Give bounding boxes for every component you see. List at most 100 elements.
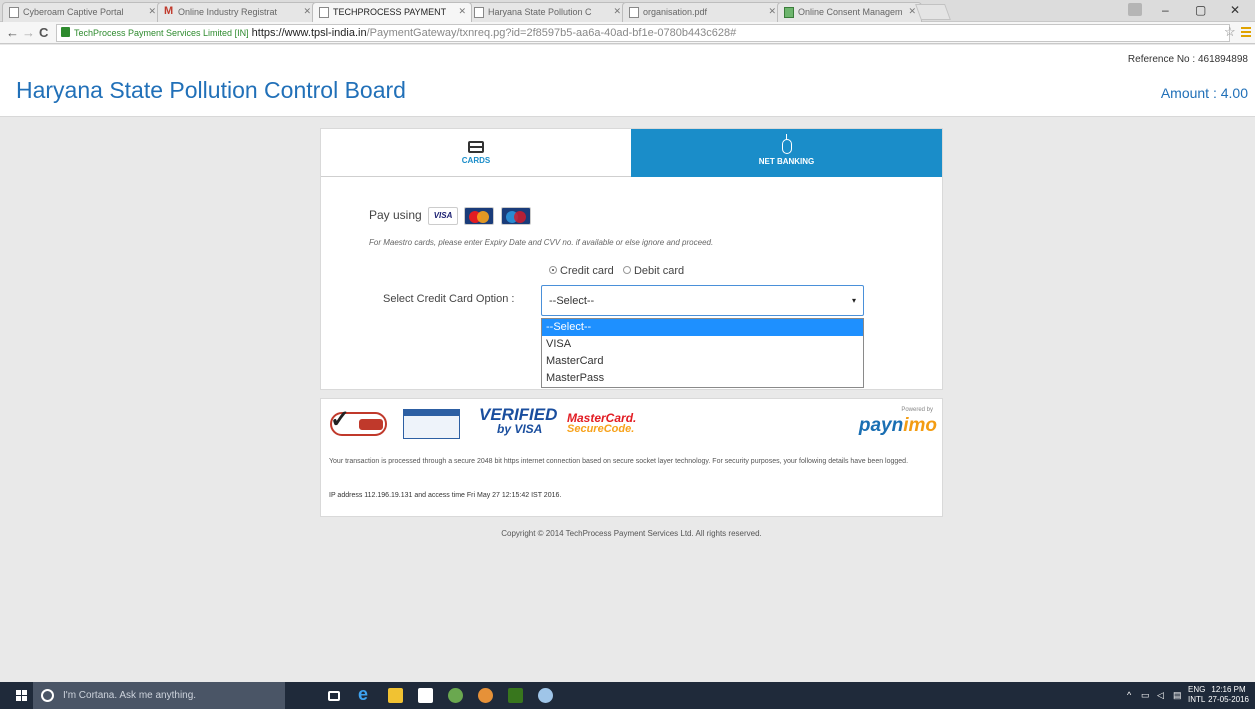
windows-taskbar: I'm Cortana. Ask me anything. e ^ ▭ ◁ ▤ …: [0, 682, 1255, 709]
option-visa[interactable]: VISA: [542, 336, 863, 353]
payment-tabs: CARDS NET BANKING: [321, 129, 942, 177]
notification-icon[interactable]: ▤: [1173, 690, 1182, 701]
network-icon[interactable]: ▭: [1141, 690, 1150, 701]
maximize-button[interactable]: ▢: [1195, 3, 1206, 17]
url-host: https://www.tpsl-india.in: [251, 27, 367, 39]
pci-compliant-seal: [403, 409, 460, 439]
chrome-icon[interactable]: [478, 688, 493, 703]
powered-by-label: Powered by: [901, 407, 933, 413]
credit-card-option-list: --Select-- VISA MasterCard MasterPass: [541, 318, 864, 388]
close-icon[interactable]: ✕: [458, 6, 466, 17]
tab-net-banking[interactable]: NET BANKING: [631, 129, 942, 177]
page-icon: [9, 7, 19, 18]
reload-button[interactable]: C: [39, 25, 48, 40]
windows-start-icon[interactable]: [16, 690, 27, 701]
credit-card-option[interactable]: Credit card: [549, 265, 614, 277]
paynimo-logo: paynimo: [859, 415, 937, 437]
browser-tab-bar: Cyberoam Captive Portal ✕ M Online Indus…: [0, 0, 1255, 22]
app-icon: [784, 7, 794, 18]
tab-online-industry-registration[interactable]: M Online Industry Registrat ✕: [157, 2, 317, 22]
credit-card-icon: [468, 141, 484, 153]
debit-card-option[interactable]: Debit card: [622, 265, 685, 277]
maestro-logo: [500, 207, 531, 225]
option-select[interactable]: --Select--: [542, 319, 863, 336]
tab-title: organisation.pdf: [643, 7, 708, 17]
back-button[interactable]: ←: [6, 25, 19, 40]
tab-techprocess-payment[interactable]: TECHPROCESS PAYMENT ✕: [312, 2, 472, 22]
radio-credit-card[interactable]: [549, 266, 557, 274]
language-indicator[interactable]: ENG INTL: [1188, 685, 1205, 705]
paynimo-brand: payn: [858, 415, 904, 436]
debit-card-label: Debit card: [633, 265, 685, 277]
tab-title: Online Consent Managem: [798, 7, 903, 17]
tab-haryana-state-pollution[interactable]: Haryana State Pollution C ✕: [467, 2, 627, 22]
verisign-trusted-seal: ✓: [330, 408, 387, 436]
mastercard-logo: [464, 207, 495, 225]
cortana-icon: [41, 689, 54, 702]
close-icon[interactable]: ✕: [768, 6, 776, 17]
edge-icon[interactable]: e: [358, 684, 373, 704]
tab-label: NET BANKING: [758, 157, 815, 166]
visa-logo: VISA: [428, 207, 459, 225]
page-icon: [319, 7, 329, 18]
close-icon[interactable]: ✕: [148, 6, 156, 17]
page-icon: [629, 7, 639, 18]
paint-icon[interactable]: [538, 688, 553, 703]
tab-title: Cyberoam Captive Portal: [23, 7, 124, 17]
tab-organisation-pdf[interactable]: organisation.pdf ✕: [622, 2, 782, 22]
mastercard-securecode-logo: MasterCard. SecureCode.: [567, 412, 636, 435]
amount-label: Amount : 4.00: [1160, 85, 1248, 101]
new-tab-button[interactable]: [915, 4, 951, 20]
address-bar[interactable]: TechProcess Payment Services Limited [IN…: [56, 24, 1230, 42]
task-view-icon[interactable]: [328, 691, 340, 701]
gmail-icon: M: [164, 5, 174, 17]
verified-by-visa-logo: VERIFIED by VISA: [479, 406, 557, 437]
credit-card-option-select[interactable]: --Select-- ▾: [541, 285, 864, 316]
option-mastercard[interactable]: MasterCard: [542, 353, 863, 370]
reference-number: Reference No : 461894898: [1127, 54, 1248, 65]
maestro-note: For Maestro cards, please enter Expiry D…: [369, 238, 714, 247]
page-icon: [474, 7, 484, 18]
tab-label: CARDS: [461, 156, 491, 165]
select-value: --Select--: [549, 295, 595, 307]
tab-cyberoam[interactable]: Cyberoam Captive Portal ✕: [2, 2, 162, 22]
tab-title: TECHPROCESS PAYMENT: [333, 7, 447, 17]
system-clock[interactable]: 12:16 PM 27-05-2016: [1208, 685, 1249, 705]
tab-title: Online Industry Registrat: [178, 7, 278, 17]
close-icon[interactable]: ✕: [613, 6, 621, 17]
option-masterpass[interactable]: MasterPass: [542, 370, 863, 387]
bookmark-star-icon[interactable]: ☆: [1224, 24, 1236, 40]
page-title: Haryana State Pollution Control Board: [16, 77, 406, 103]
chevron-up-icon[interactable]: ^: [1127, 690, 1131, 700]
paynimo-tail: imo: [903, 415, 937, 436]
pay-using-row: Pay using VISA: [369, 207, 531, 225]
security-panel: ✓ VERIFIED by VISA MasterCard. SecureCod…: [320, 398, 943, 517]
select-credit-card-label: Select Credit Card Option :: [383, 293, 515, 305]
excel-icon[interactable]: [508, 688, 523, 703]
radio-debit-card[interactable]: [622, 266, 631, 274]
browser-menu-icon[interactable]: [1241, 27, 1251, 39]
ev-certificate-label[interactable]: TechProcess Payment Services Limited [IN…: [74, 28, 249, 38]
minimize-button[interactable]: –: [1162, 3, 1169, 17]
browser-toolbar: ← → C TechProcess Payment Services Limit…: [0, 22, 1255, 44]
app-icon[interactable]: [448, 688, 463, 703]
layout-label: INTL: [1188, 695, 1206, 704]
clock-date: 27-05-2016: [1208, 695, 1249, 704]
store-icon[interactable]: [418, 688, 433, 703]
lock-icon: [61, 27, 70, 37]
close-icon[interactable]: ✕: [908, 6, 916, 17]
language-label: ENG: [1188, 685, 1206, 694]
chevron-down-icon: ▾: [851, 296, 856, 305]
forward-button[interactable]: →: [22, 25, 35, 40]
cortana-search-box[interactable]: I'm Cortana. Ask me anything.: [33, 682, 285, 709]
mouse-icon: [781, 134, 792, 154]
checkmark-icon: ✓: [330, 406, 351, 433]
file-explorer-icon[interactable]: [388, 688, 403, 703]
tab-cards[interactable]: CARDS: [321, 129, 631, 177]
profile-icon[interactable]: [1128, 3, 1142, 16]
window-close-button[interactable]: ✕: [1230, 3, 1240, 17]
volume-icon[interactable]: ◁: [1157, 690, 1164, 701]
cortana-placeholder: I'm Cortana. Ask me anything.: [63, 690, 197, 701]
close-icon[interactable]: ✕: [303, 6, 311, 17]
tab-online-consent-management[interactable]: Online Consent Managem ✕: [777, 2, 922, 22]
